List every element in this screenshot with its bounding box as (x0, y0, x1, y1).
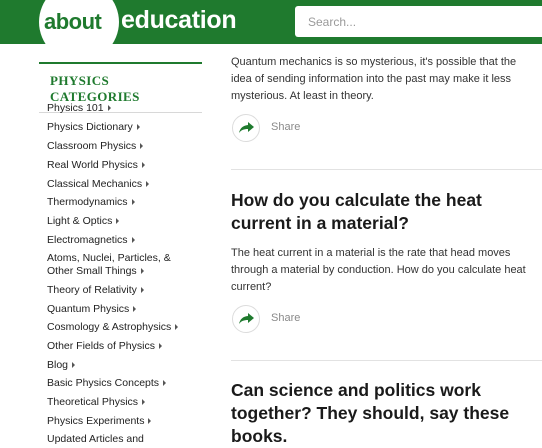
caret-right-icon (141, 162, 145, 169)
caret-right-icon (131, 237, 135, 244)
article-description: Quantum mechanics is so mysterious, it's… (231, 56, 517, 102)
sidebar-item-label: Classroom Physics (47, 140, 137, 152)
sidebar-item-physics-dictionary[interactable]: Physics Dictionary (47, 121, 140, 134)
caret-right-icon (116, 218, 120, 225)
sidebar-title: PHYSICS CATEGORIES (50, 73, 140, 104)
sidebar-item-theory-of-relativity[interactable]: Theory of Relativity (47, 284, 144, 297)
sidebar-item-label: Basic Physics Concepts (47, 377, 160, 389)
share-arrow-icon (239, 313, 254, 324)
sidebar-item-theoretical-physics[interactable]: Theoretical Physics (47, 396, 146, 409)
sidebar-item-basic-physics-concepts[interactable]: Basic Physics Concepts (47, 377, 167, 390)
share-label[interactable]: Share (271, 121, 300, 133)
caret-right-icon (136, 124, 140, 131)
search-input[interactable] (295, 6, 542, 37)
sidebar-item-label: Cosmology & Astrophysics (47, 321, 172, 333)
caret-right-icon (107, 105, 111, 112)
share-arrow-icon (239, 122, 254, 133)
sidebar-item-classical-mechanics[interactable]: Classical Mechanics (47, 178, 150, 191)
logo-about-text[interactable]: about (44, 9, 102, 35)
caret-right-icon (163, 380, 167, 387)
article-title[interactable]: How do you calculate the heat current in… (231, 189, 531, 235)
caret-right-icon (140, 143, 144, 150)
article-divider (231, 169, 542, 170)
sidebar-item-atoms-nuclei[interactable]: Atoms, Nuclei, Particles, & Other Small T… (47, 252, 171, 278)
sidebar-item-updated-articles[interactable]: Updated Articles and (47, 433, 144, 446)
article-divider (231, 360, 542, 361)
sidebar-item-label-line2: Other Small Things (47, 265, 137, 277)
sidebar-item-cosmology-astrophysics[interactable]: Cosmology & Astrophysics (47, 321, 179, 334)
sidebar-item-label: Thermodynamics (47, 196, 128, 208)
sidebar-item-other-fields[interactable]: Other Fields of Physics (47, 340, 162, 353)
sidebar-top-rule (39, 62, 202, 64)
sidebar-item-label: Electromagnetics (47, 234, 128, 246)
sidebar-item-label: Quantum Physics (47, 303, 130, 315)
sidebar-item-thermodynamics[interactable]: Thermodynamics (47, 196, 135, 209)
caret-right-icon (148, 418, 152, 425)
sidebar-item-label: Theory of Relativity (47, 284, 137, 296)
sidebar-item-light-optics[interactable]: Light & Optics (47, 215, 120, 228)
sidebar-item-label: Blog (47, 359, 69, 371)
sidebar-item-label: Updated Articles and (47, 433, 144, 445)
caret-right-icon (131, 199, 135, 206)
sidebar-item-label: Theoretical Physics (47, 396, 139, 408)
caret-right-icon (175, 324, 179, 331)
caret-right-icon (158, 343, 162, 350)
caret-right-icon (140, 287, 144, 294)
article-title[interactable]: Can science and politics work together? … (231, 379, 531, 448)
logo-section-text[interactable]: education (121, 6, 237, 35)
caret-right-icon (146, 181, 150, 188)
article-description: The heat current in a material is the ra… (231, 247, 526, 293)
caret-right-icon (140, 268, 144, 275)
caret-right-icon (72, 362, 76, 369)
caret-right-icon (142, 399, 146, 406)
site-header: about education (0, 0, 542, 62)
share-button[interactable] (232, 305, 260, 333)
sidebar-item-label: Real World Physics (47, 159, 138, 171)
sidebar-item-label: Other Fields of Physics (47, 340, 155, 352)
sidebar-item-quantum-physics[interactable]: Quantum Physics (47, 303, 137, 316)
sidebar-item-electromagnetics[interactable]: Electromagnetics (47, 234, 135, 247)
sidebar-item-label: Light & Optics (47, 215, 113, 227)
sidebar-item-blog[interactable]: Blog (47, 359, 76, 372)
share-button[interactable] (232, 114, 260, 142)
sidebar-item-label: Classical Mechanics (47, 178, 143, 190)
sidebar-item-real-world-physics[interactable]: Real World Physics (47, 159, 145, 172)
sidebar-item-label-line1: Atoms, Nuclei, Particles, & (47, 252, 171, 264)
sidebar-item-label: Physics Dictionary (47, 121, 133, 133)
sidebar-item-label: Physics Experiments (47, 415, 145, 427)
caret-right-icon (133, 306, 137, 313)
share-label[interactable]: Share (271, 312, 300, 324)
sidebar-item-label: Physics 101 (47, 102, 104, 114)
sidebar-item-classroom-physics[interactable]: Classroom Physics (47, 140, 144, 153)
sidebar-item-physics-experiments[interactable]: Physics Experiments (47, 415, 152, 428)
sidebar-item-physics-101[interactable]: Physics 101 (47, 102, 111, 115)
